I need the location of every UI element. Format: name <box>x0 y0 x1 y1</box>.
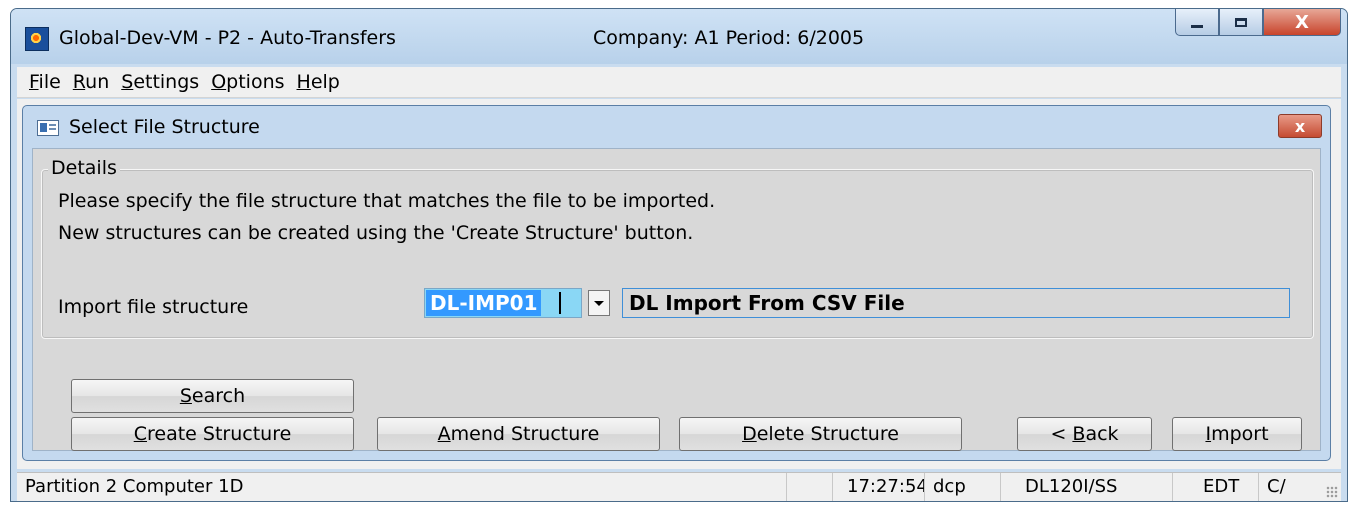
menu-file[interactable]: File <box>23 71 67 93</box>
import-structure-label: Import file structure <box>58 296 249 318</box>
menu-settings-rest: ettings <box>133 71 200 93</box>
status-user: dcp <box>925 473 1001 501</box>
details-group-label: Details <box>48 157 120 179</box>
status-time: 17:27:54 <box>833 473 925 501</box>
structure-code-input[interactable]: DL-IMP01 <box>424 288 582 318</box>
back-button-accel: B <box>1072 423 1086 445</box>
status-bar: Partition 2 Computer 1D 17:27:54 dcp DL1… <box>17 472 1341 501</box>
minimize-icon <box>1191 24 1203 28</box>
menu-settings-accel: S <box>121 71 134 93</box>
create-structure-button[interactable]: Create Structure <box>71 417 354 451</box>
close-icon: x <box>1294 116 1306 136</box>
company-period: Company: A1 Period: 6/2005 <box>593 27 865 49</box>
close-button[interactable]: X <box>1263 9 1341 36</box>
title-bar: Global-Dev-VM - P2 - Auto-Transfers Comp… <box>11 9 1347 64</box>
window-title: Global-Dev-VM - P2 - Auto-Transfers <box>59 27 396 49</box>
text-caret <box>559 292 561 314</box>
menu-help-rest: elp <box>310 71 340 93</box>
amend-structure-button[interactable]: Amend Structure <box>377 417 660 451</box>
minimize-button[interactable] <box>1175 9 1219 36</box>
amend-button-label: mend Structure <box>450 423 600 445</box>
instruction-line-2: New structures can be created using the … <box>58 222 694 244</box>
menu-options-accel: O <box>211 71 227 93</box>
structure-code-value: DL-IMP01 <box>426 290 542 316</box>
instruction-line-1: Please specify the file structure that m… <box>58 190 716 212</box>
dialog-close-button[interactable]: x <box>1278 114 1322 138</box>
menu-bar: File Run Settings Options Help <box>17 67 1341 98</box>
search-button-accel: S <box>179 385 192 407</box>
create-button-label: reate Structure <box>146 423 292 445</box>
menu-help[interactable]: Help <box>291 71 346 93</box>
menu-file-accel: F <box>29 71 39 93</box>
menu-run-accel: R <box>72 71 86 93</box>
dialog-title-bar: Select File Structure x <box>23 106 1330 146</box>
client-area: Select File Structure x Details Please s… <box>17 99 1341 469</box>
amend-button-accel: A <box>437 423 451 445</box>
details-group: Details Please specify the file structur… <box>41 157 1314 339</box>
status-program: DL120I/SS <box>1001 473 1173 501</box>
delete-button-accel: D <box>742 423 757 445</box>
import-button-label: mport <box>1211 423 1269 445</box>
main-window: Global-Dev-VM - P2 - Auto-Transfers Comp… <box>10 8 1348 502</box>
form-icon <box>37 120 59 136</box>
menu-file-rest: ile <box>38 71 61 93</box>
search-button[interactable]: Search <box>71 379 354 413</box>
search-button-label: earch <box>191 385 246 407</box>
maximize-icon <box>1235 17 1247 27</box>
delete-structure-button[interactable]: Delete Structure <box>679 417 962 451</box>
chevron-down-icon[interactable] <box>588 290 610 316</box>
caption-buttons: X <box>1175 9 1341 37</box>
status-mode: EDT <box>1173 473 1259 501</box>
structure-description-field: DL Import From CSV File <box>622 288 1290 318</box>
import-button[interactable]: Import <box>1172 417 1302 451</box>
menu-run-rest: un <box>85 71 110 93</box>
close-icon: X <box>1295 11 1309 33</box>
dialog-body: Details Please specify the file structur… <box>32 148 1321 451</box>
menu-settings[interactable]: Settings <box>115 71 205 93</box>
menu-options-rest: ptions <box>226 71 285 93</box>
create-button-accel: C <box>133 423 147 445</box>
status-extra: C/ <box>1267 476 1286 497</box>
app-logo-icon[interactable] <box>25 27 49 51</box>
delete-button-label: elete Structure <box>756 423 899 445</box>
resize-grip-icon[interactable] <box>1326 486 1338 498</box>
back-button-label: ack <box>1085 423 1119 445</box>
back-button[interactable]: < Back <box>1017 417 1152 451</box>
menu-run[interactable]: Run <box>67 71 115 93</box>
back-button-prefix: < <box>1050 423 1073 445</box>
status-partition: Partition 2 Computer 1D <box>17 473 787 501</box>
dialog-title: Select File Structure <box>69 116 260 138</box>
status-blank <box>787 473 833 501</box>
select-file-structure-dialog: Select File Structure x Details Please s… <box>22 105 1331 461</box>
menu-help-accel: H <box>296 71 311 93</box>
maximize-button[interactable] <box>1219 9 1263 36</box>
menu-options[interactable]: Options <box>205 71 290 93</box>
